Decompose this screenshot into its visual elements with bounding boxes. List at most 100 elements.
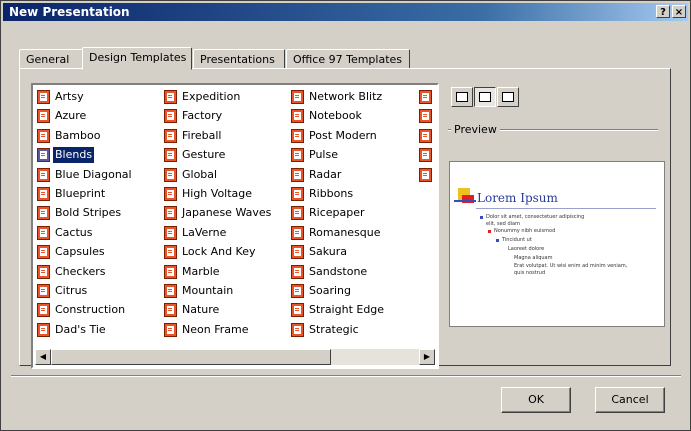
preview-bullet <box>480 216 483 219</box>
template-file-icon <box>37 303 50 318</box>
template-label: Capsules <box>55 245 105 259</box>
template-file-icon <box>164 225 177 240</box>
template-list[interactable]: Artsy Azure Bamboo Blends Blue Diagonal Bluep… <box>31 83 439 369</box>
template-file-icon <box>291 322 304 337</box>
cancel-button[interactable]: Cancel <box>595 387 665 413</box>
template-label: Ribbons <box>309 186 354 200</box>
preview-text-line: Laoreet dolore <box>508 246 545 252</box>
preview-bullet <box>496 239 499 242</box>
template-file-icon <box>291 303 304 318</box>
template-label: Global <box>182 167 218 181</box>
list-view-icon <box>479 92 491 102</box>
template-label: Citrus <box>55 283 88 297</box>
template-file-icon <box>37 186 50 201</box>
template-file-icon <box>291 245 304 260</box>
template-label: Post Modern <box>309 128 377 142</box>
template-label: Bamboo <box>55 128 101 142</box>
template-label: Neon Frame <box>182 322 249 336</box>
template-file-icon <box>164 322 177 337</box>
template-file-icon <box>291 283 304 298</box>
preview-text-line: Erat volutpat. Ut wisi enim ad minim ven… <box>514 263 628 269</box>
template-file-icon <box>164 186 177 201</box>
preview-text-line: elit, sed diam <box>486 221 520 227</box>
scroll-left-arrow-icon[interactable]: ◀ <box>35 349 51 365</box>
template-file-icon <box>37 206 50 221</box>
template-label: Romanesque <box>309 225 381 239</box>
template-file-icon <box>164 109 177 124</box>
template-label: Strategic <box>309 322 359 336</box>
scroll-thumb[interactable] <box>51 349 331 365</box>
template-file-icon <box>164 206 177 221</box>
template-file-icon <box>37 109 50 124</box>
template-label: Dad's Tie <box>55 322 106 336</box>
template-file-icon <box>419 109 432 124</box>
template-file-icon <box>419 148 432 163</box>
template-file-icon <box>291 109 304 124</box>
template-file-icon <box>37 167 50 182</box>
template-label: Soaring <box>309 283 351 297</box>
help-button[interactable]: ? <box>656 5 670 18</box>
template-label: Fireball <box>182 128 222 142</box>
preview-text-line: Dolor sit amet, consectetuer adipiscing <box>486 214 585 220</box>
tab-general[interactable]: General <box>19 49 83 69</box>
template-label: Notebook <box>309 109 362 123</box>
preview-label: Preview <box>451 123 500 136</box>
button-separator <box>11 375 681 377</box>
template-label: Expedition <box>182 90 241 103</box>
template-label: Factory <box>182 109 223 123</box>
template-label: Sakura <box>309 245 347 259</box>
preview-text-line: quis nostrud <box>514 270 546 276</box>
template-label: Sandstone <box>309 264 368 278</box>
template-file-icon <box>419 128 432 143</box>
ok-button[interactable]: OK <box>501 387 571 413</box>
list-view-button[interactable] <box>474 87 496 107</box>
close-button[interactable]: × <box>672 5 686 18</box>
template-label: Network Blitz <box>309 90 383 103</box>
template-file-icon <box>164 128 177 143</box>
template-label: Gesture <box>182 148 226 162</box>
template-file-icon <box>164 167 177 182</box>
tab-presentations[interactable]: Presentations <box>193 49 285 69</box>
template-label: Mountain <box>182 283 234 297</box>
template-label: Lock And Key <box>182 245 256 259</box>
preview-slide-title: Lorem Ipsum <box>477 191 558 205</box>
template-file-icon <box>37 90 50 104</box>
template-file-icon <box>37 128 50 143</box>
template-file-icon <box>291 90 304 104</box>
large-icons-view-button[interactable] <box>451 87 473 107</box>
tab-office-97-templates[interactable]: Office 97 Templates <box>286 49 410 69</box>
preview-bullet <box>488 230 491 233</box>
template-file-icon <box>37 322 50 337</box>
large-icons-view-icon <box>456 92 468 102</box>
template-file-icon <box>37 245 50 260</box>
template-label: Blends <box>51 146 96 165</box>
template-label: Construction <box>55 303 126 317</box>
template-label: Radar <box>309 167 342 181</box>
details-view-icon <box>502 92 514 102</box>
template-file-icon <box>37 148 50 163</box>
template-label: LaVerne <box>182 225 227 239</box>
template-label: Cactus <box>55 225 93 239</box>
template-file-icon <box>291 206 304 221</box>
template-label: High Voltage <box>182 186 253 200</box>
template-file-icon <box>291 128 304 143</box>
preview-text-line: Nonummy nibh euismod <box>494 228 556 234</box>
template-file-icon <box>164 90 177 104</box>
details-view-button[interactable] <box>497 87 519 107</box>
template-file-icon <box>164 148 177 163</box>
template-file-icon <box>164 283 177 298</box>
template-label: Nature <box>182 303 220 317</box>
template-file-icon <box>37 283 50 298</box>
template-file-icon <box>37 264 50 279</box>
scroll-right-arrow-icon[interactable]: ▶ <box>419 349 435 365</box>
horizontal-scrollbar[interactable]: ◀ ▶ <box>35 349 435 365</box>
title-bar[interactable]: New Presentation ? × <box>3 3 688 21</box>
template-label: Pulse <box>309 148 338 162</box>
template-label: Artsy <box>55 90 84 103</box>
tab-design-templates[interactable]: Design Templates <box>82 47 192 70</box>
new-presentation-dialog: New Presentation ? × General Design Temp… <box>0 0 691 431</box>
template-label: Checkers <box>55 264 106 278</box>
template-label: Straight Edge <box>309 303 385 317</box>
template-label: Azure <box>55 109 87 123</box>
template-file-icon <box>164 303 177 318</box>
